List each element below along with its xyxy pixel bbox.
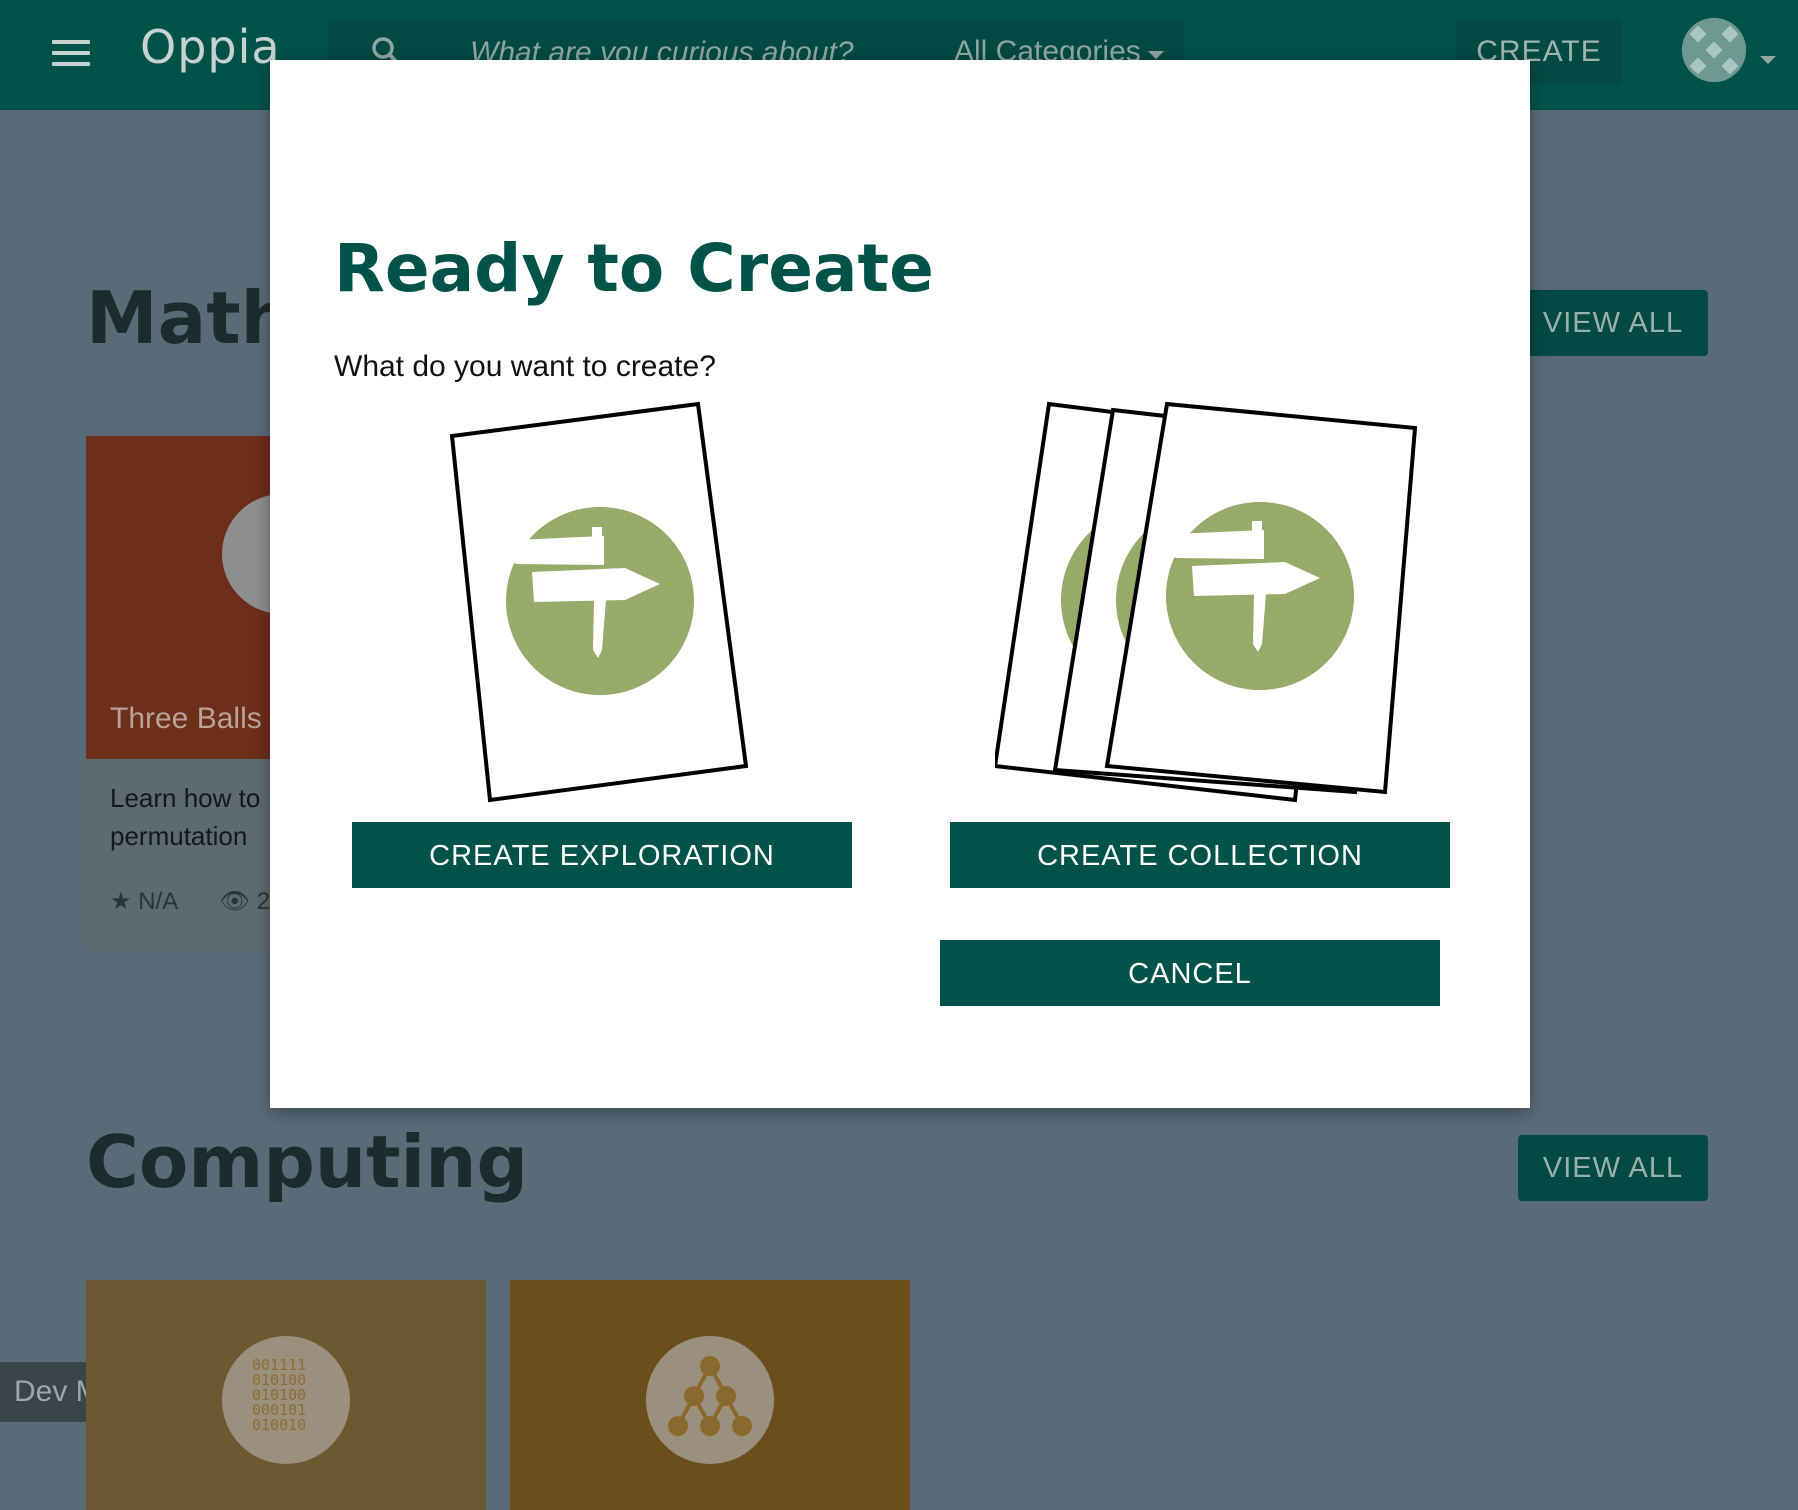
- chevron-down-icon: [1148, 51, 1164, 59]
- hamburger-menu-icon[interactable]: [52, 40, 90, 66]
- create-collection-button[interactable]: CREATE COLLECTION: [950, 822, 1450, 888]
- computing-card-binary[interactable]: 001111 010100 010100 000101 010010: [86, 1280, 486, 1510]
- collection-cards-illustration[interactable]: [995, 400, 1445, 820]
- exploration-card-illustration[interactable]: [440, 400, 770, 820]
- computing-card-graph[interactable]: [510, 1280, 910, 1510]
- view-all-math-button[interactable]: VIEW ALL: [1518, 290, 1708, 356]
- view-count: 2: [256, 888, 271, 915]
- section-title-math: Math: [86, 276, 292, 360]
- oppia-logo[interactable]: Oppia: [140, 20, 281, 74]
- profile-dropdown-chevron-icon[interactable]: [1760, 56, 1776, 64]
- section-title-computing: Computing: [86, 1120, 529, 1204]
- avatar[interactable]: [1682, 18, 1746, 82]
- create-modal: Ready to Create What do you want to crea…: [270, 60, 1530, 1108]
- avatar-pattern-icon: [1682, 18, 1746, 82]
- card-title: Three Balls: [110, 702, 262, 735]
- view-all-computing-button[interactable]: VIEW ALL: [1518, 1135, 1708, 1201]
- card-stats: ★ N/A 👁 2: [110, 887, 270, 916]
- tree-graph-icon: [646, 1336, 774, 1464]
- binary-code-icon: 001111 010100 010100 000101 010010: [222, 1336, 350, 1464]
- modal-title: Ready to Create: [334, 230, 934, 307]
- dev-mode-badge[interactable]: Dev M: [0, 1362, 86, 1422]
- eye-icon: 👁: [219, 888, 251, 915]
- modal-subtitle: What do you want to create?: [334, 350, 716, 383]
- rating-value: N/A: [138, 888, 177, 915]
- cancel-button[interactable]: CANCEL: [940, 940, 1440, 1006]
- create-exploration-button[interactable]: CREATE EXPLORATION: [352, 822, 852, 888]
- star-icon: ★: [110, 888, 132, 915]
